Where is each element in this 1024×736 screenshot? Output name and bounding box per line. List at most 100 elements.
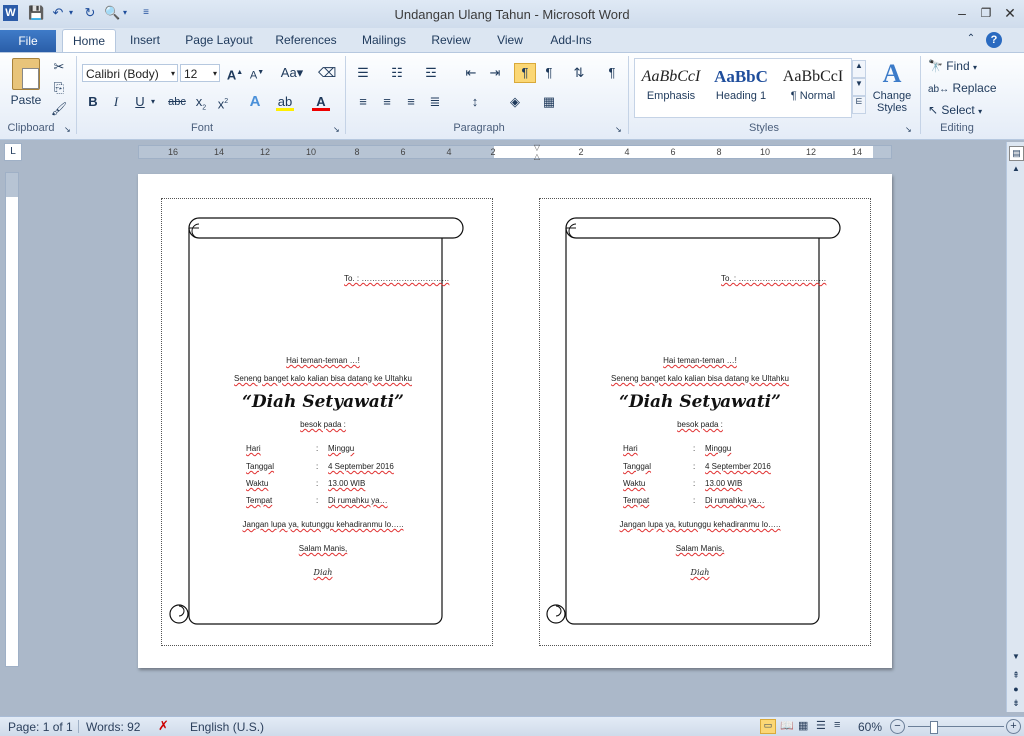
shrink-font-icon[interactable]: A▼ [248,64,266,82]
styles-scroll-up-icon[interactable]: ▲ [852,60,866,78]
change-styles-icon: A [882,59,902,88]
previous-page-icon[interactable]: ⇞ [1009,670,1023,682]
decrease-indent-icon[interactable]: ⇤ [462,64,480,82]
word-count[interactable]: Words: 92 [86,720,140,734]
underline-dropdown-icon[interactable]: ▾ [149,93,157,111]
horizontal-ruler[interactable]: 16 14 12 10 8 6 4 2 2 4 6 8 10 12 14 ▽ △ [138,143,892,161]
tab-mailings[interactable]: Mailings [354,30,414,50]
font-size-combo[interactable]: 12 ▾ [180,64,220,82]
format-painter-icon[interactable]: 🖌 [50,100,68,118]
italic-icon[interactable]: I [107,93,125,111]
bullets-icon[interactable]: ☰ [354,64,372,82]
line-spacing-icon[interactable]: ↕ [466,93,484,111]
scroll-down-icon[interactable]: ▼ [1009,652,1023,666]
tab-references[interactable]: References [270,30,342,50]
show-hide-paragraph-icon[interactable]: ¶ [603,64,621,82]
paste-icon [12,58,40,90]
strikethrough-icon[interactable]: abc [166,93,188,111]
outline-icon[interactable]: ☰ [816,719,826,732]
next-page-icon[interactable]: ⇟ [1009,698,1023,710]
language[interactable]: English (U.S.) [190,720,264,734]
styles-launcher-icon[interactable]: ↘ [905,125,912,134]
tab-view[interactable]: View [488,30,532,50]
numbering-icon[interactable]: ☷ [388,64,406,82]
clipboard-launcher-icon[interactable]: ↘ [64,125,71,134]
tab-selector-icon[interactable]: L [4,143,22,161]
detail-colon: : [693,496,696,505]
invitation-salam: Salam Manis, [298,544,348,553]
change-styles-button[interactable]: A Change Styles [868,58,916,118]
proofing-icon[interactable]: ✗ [158,718,169,734]
underline-icon[interactable]: U [131,93,149,111]
zoom-slider-thumb[interactable] [930,721,938,734]
cut-icon[interactable]: ✂ [50,58,68,76]
align-left-icon[interactable]: ≡ [354,93,372,111]
document-page[interactable]: To. : …………………………… Hai teman-teman …! Senen… [138,174,892,668]
web-layout-icon[interactable]: ▦ [798,719,808,732]
binoculars-icon: 🔭 [928,59,943,73]
tab-add-ins[interactable]: Add-Ins [542,30,600,50]
copy-icon[interactable]: ⎘ [50,79,68,97]
font-color-icon[interactable]: A [312,93,330,111]
paragraph-launcher-icon[interactable]: ↘ [615,125,622,134]
zoom-out-icon[interactable]: − [890,719,905,734]
clear-formatting-icon[interactable]: ⌫ [318,64,336,82]
select-button[interactable]: ↖ Select ▾ [928,101,982,119]
change-case-icon[interactable]: Aa▾ [280,64,304,82]
bold-icon[interactable]: B [84,93,102,111]
view-ruler-icon[interactable]: ▤ [1009,146,1024,161]
style-emphasis[interactable]: AaBbCcI Emphasis [638,64,704,112]
subscript-icon[interactable]: x2 [192,93,210,112]
paste-button[interactable]: Paste [6,58,46,110]
minimize-ribbon-icon[interactable]: ⌃ [964,33,978,47]
grow-font-icon[interactable]: A▲ [226,64,244,82]
font-launcher-icon[interactable]: ↘ [333,125,340,134]
zoom-in-icon[interactable]: + [1006,719,1021,734]
align-center-icon[interactable]: ≡ [378,93,396,111]
print-layout-icon[interactable]: ▭ [760,719,776,734]
tab-insert[interactable]: Insert [122,30,168,50]
rtl-text-direction-icon[interactable]: ¶ [540,64,558,82]
text-effects-icon[interactable]: A [246,93,264,111]
tab-page-layout[interactable]: Page Layout [180,30,258,50]
highlight-icon[interactable]: ab [276,93,294,111]
restore-icon[interactable]: ❐ [974,4,998,22]
styles-scroll-down-icon[interactable]: ▼ [852,78,866,96]
ltr-text-direction-icon[interactable]: ¶ [514,63,536,83]
invitation-closing: Jangan lupa ya, kutunggu kehadiranmu lo…… [619,520,781,529]
minimize-icon[interactable]: – [950,4,974,22]
ruler-number: 8 [354,147,360,157]
draft-icon[interactable]: ≡ [834,719,840,731]
tab-review[interactable]: Review [424,30,478,50]
browse-object-icon[interactable]: ● [1009,684,1023,696]
detail-label: Waktu [246,479,269,488]
scroll-up-icon[interactable]: ▲ [1009,164,1023,178]
tab-file[interactable]: File [0,30,56,52]
indent-marker-icon[interactable]: ▽ △ [533,143,541,161]
help-icon[interactable]: ? [986,32,1002,48]
vertical-ruler[interactable] [5,172,19,667]
align-right-icon[interactable]: ≡ [402,93,420,111]
justify-icon[interactable]: ≣ [426,93,444,111]
sort-icon[interactable]: ⇅ [570,64,588,82]
style-heading-1[interactable]: AaBbC Heading 1 [708,64,774,112]
detail-colon: : [316,479,319,488]
tab-home[interactable]: Home [62,29,116,54]
shading-icon[interactable]: ◈ [506,93,524,111]
style-normal[interactable]: AaBbCcI ¶ Normal [780,64,846,112]
full-screen-reading-icon[interactable]: 📖 [780,719,794,732]
styles-more-icon[interactable]: ⋿ [852,96,866,114]
borders-icon[interactable]: ▦ [540,93,558,111]
increase-indent-icon[interactable]: ⇥ [486,64,504,82]
superscript-icon[interactable]: x2 [214,93,232,111]
invitation-greeting: Hai teman-teman …! [663,356,737,365]
page-count[interactable]: Page: 1 of 1 [8,720,73,734]
zoom-slider[interactable] [908,721,1004,734]
close-icon[interactable]: ✕ [998,4,1022,22]
replace-button[interactable]: ab↔ Replace [928,79,997,97]
multilevel-list-icon[interactable]: ☲ [422,64,440,82]
find-button[interactable]: 🔭 Find ▾ [928,57,977,75]
zoom-level[interactable]: 60% [858,720,882,734]
font-name-combo[interactable]: Calibri (Body) ▾ [82,64,178,82]
vertical-scrollbar[interactable]: ▤ ▲ ▼ ⇞ ● ⇟ [1006,142,1024,712]
